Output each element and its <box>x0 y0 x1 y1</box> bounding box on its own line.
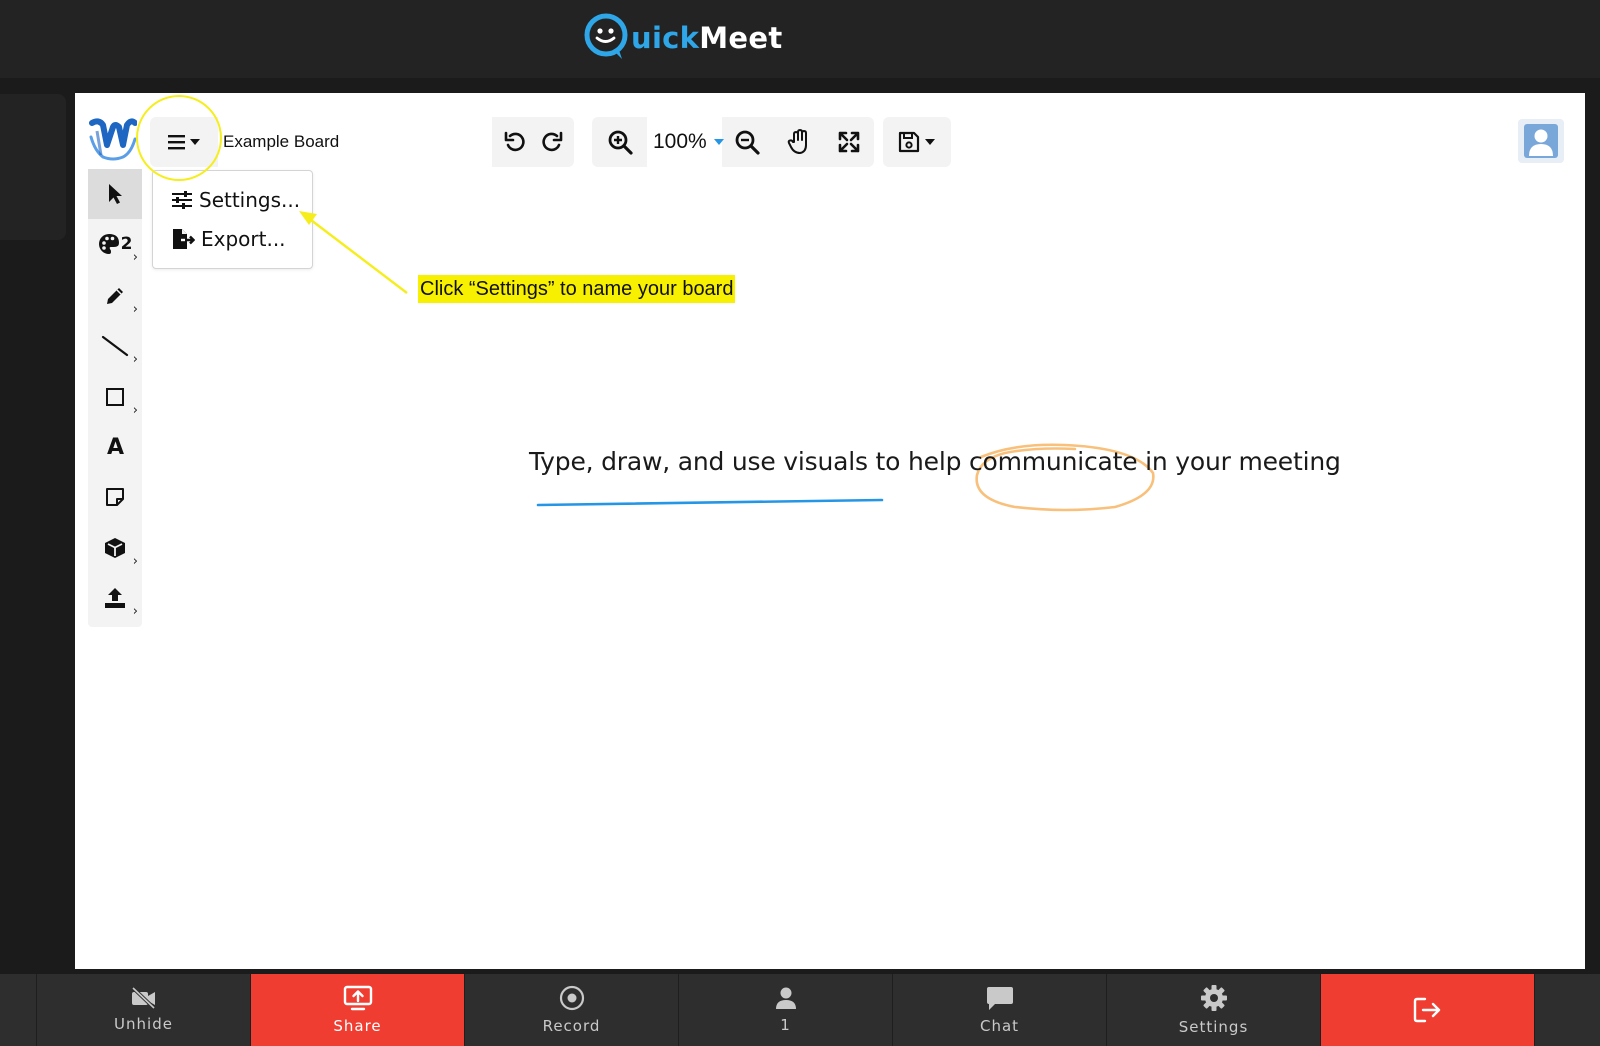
zoom-toolbar: 100% <box>592 117 874 167</box>
annotation-label: Click “Settings” to name your board <box>418 275 736 303</box>
chevron-right-icon: › <box>132 554 138 569</box>
redo-icon[interactable] <box>540 130 564 154</box>
chat-button[interactable]: Chat <box>893 974 1107 1046</box>
tool-text[interactable]: A <box>88 422 142 472</box>
share-label: Share <box>333 1017 382 1035</box>
tool-pencil[interactable]: › <box>88 271 142 321</box>
record-icon <box>559 985 584 1011</box>
record-button[interactable]: Record <box>465 974 679 1046</box>
hand-icon <box>787 129 807 154</box>
screen-share-icon <box>343 985 372 1011</box>
participant-icon <box>775 987 796 1009</box>
settings-button[interactable]: Settings <box>1107 974 1321 1046</box>
chat-icon <box>986 987 1013 1010</box>
zoom-level-select[interactable]: 100% <box>647 117 722 167</box>
note-icon <box>106 488 124 506</box>
zoom-out-icon <box>735 130 760 155</box>
smiley-chat-icon <box>584 13 628 59</box>
leave-icon <box>1413 997 1440 1023</box>
save-disk-icon <box>898 131 920 153</box>
user-silhouette-icon <box>1524 124 1558 158</box>
share-button[interactable]: Share <box>251 974 465 1046</box>
upload-icon <box>105 588 125 608</box>
tool-sticky-note[interactable] <box>88 472 142 522</box>
chevron-right-icon: › <box>132 403 138 418</box>
wbo-logo <box>89 117 138 161</box>
undo-icon[interactable] <box>503 130 527 154</box>
chevron-right-icon: › <box>132 352 138 367</box>
leave-meeting-button[interactable] <box>1321 974 1535 1046</box>
zoom-in-button[interactable] <box>596 117 644 167</box>
blue-underline-stroke <box>536 498 884 507</box>
logo-wordmark: uickMeet <box>631 21 783 55</box>
save-menu-button[interactable] <box>883 117 951 167</box>
logo-part-2: Meet <box>699 21 783 55</box>
tool-3d-shape[interactable]: › <box>88 523 142 573</box>
camera-off-icon <box>131 987 155 1009</box>
tool-rectangle[interactable]: › <box>88 372 142 422</box>
sliders-icon <box>172 191 192 209</box>
board-menu-button[interactable] <box>150 117 218 167</box>
tool-palette: 2 › › › › A › › <box>88 169 142 627</box>
file-export-icon <box>173 229 195 249</box>
board-name-input[interactable] <box>218 117 492 167</box>
pencil-icon <box>107 288 123 304</box>
menu-item-export[interactable]: Export... <box>171 224 286 254</box>
undo-redo-group <box>492 117 574 167</box>
tool-select[interactable] <box>88 169 142 219</box>
palette-icon <box>98 234 119 254</box>
logo-part-1: uick <box>631 21 700 55</box>
side-panel-edge <box>0 94 66 240</box>
expand-icon <box>838 131 860 153</box>
tool-color-size: 2 <box>120 234 133 254</box>
zoom-in-icon <box>608 130 633 155</box>
text-icon: A <box>106 434 125 460</box>
caret-down-icon <box>925 139 935 145</box>
pan-hand-button[interactable] <box>774 117 824 167</box>
menu-item-settings-label: Settings... <box>199 188 301 212</box>
user-avatar[interactable] <box>1518 119 1564 163</box>
line-icon <box>101 335 129 357</box>
record-label: Record <box>542 1017 601 1035</box>
menu-item-export-label: Export... <box>201 227 286 251</box>
hamburger-menu-icon <box>168 135 200 150</box>
board-menu-dropdown: Settings... Export... <box>152 170 313 269</box>
meeting-controls-bar: Unhide Share Record 1 Chat Settings <box>0 974 1600 1046</box>
fullscreen-button[interactable] <box>824 117 874 167</box>
quickmeet-logo: uickMeet <box>582 12 783 62</box>
top-header: uickMeet <box>0 0 1600 78</box>
unhide-button[interactable]: Unhide <box>37 974 251 1046</box>
tool-color[interactable]: 2 › <box>88 219 142 269</box>
controls-bar-edge <box>0 974 37 1046</box>
board-text-content[interactable]: Type, draw, and use visuals to help comm… <box>529 447 1341 476</box>
chat-label: Chat <box>979 1017 1020 1035</box>
chevron-right-icon: › <box>132 302 138 317</box>
menu-item-settings[interactable]: Settings... <box>171 185 300 215</box>
cursor-arrow-icon <box>109 184 122 204</box>
chevron-right-icon: › <box>132 250 138 265</box>
wbo-logo-icon <box>89 118 138 161</box>
tool-line[interactable]: › <box>88 321 142 371</box>
unhide-label: Unhide <box>114 1015 173 1033</box>
chevron-right-icon: › <box>132 604 138 619</box>
square-icon <box>106 388 124 406</box>
whiteboard-canvas[interactable]: 100% <box>75 93 1585 969</box>
gear-icon <box>1200 985 1227 1011</box>
cube-icon <box>105 538 125 558</box>
participant-count: 1 <box>780 1016 791 1034</box>
tool-upload[interactable]: › <box>88 573 142 623</box>
settings-label: Settings <box>1178 1018 1249 1036</box>
participants-button[interactable]: 1 <box>679 974 893 1046</box>
zoom-out-button[interactable] <box>722 117 772 167</box>
